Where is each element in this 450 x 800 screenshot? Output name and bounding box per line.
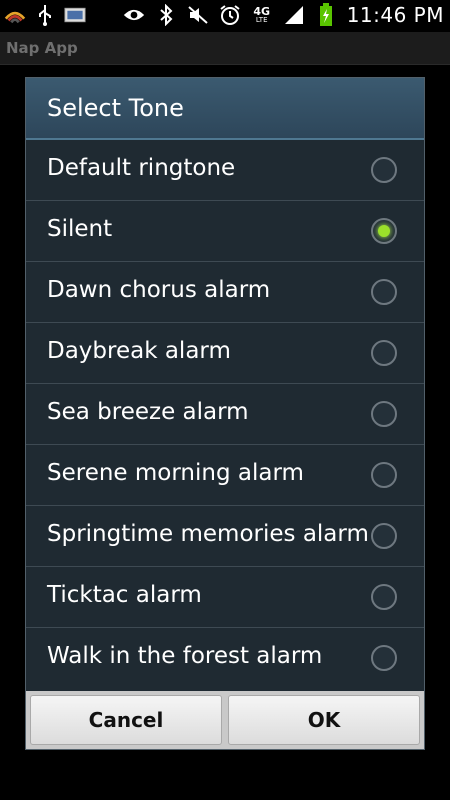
tone-label: Walk in the forest alarm	[47, 643, 323, 669]
mute-icon	[187, 4, 209, 26]
tone-item-dawn-chorus-alarm[interactable]: Dawn chorus alarm	[26, 262, 424, 323]
battery-charging-icon	[315, 3, 337, 26]
dialog-button-bar: Cancel OK	[26, 691, 424, 749]
clock: 11:46 PM	[346, 3, 444, 27]
signal-strength-icon	[283, 4, 305, 26]
tone-label: Serene morning alarm	[47, 460, 304, 486]
tone-label: Default ringtone	[47, 155, 236, 181]
tone-item-default-ringtone[interactable]: Default ringtone	[26, 140, 424, 201]
radio-button-selected[interactable]	[371, 218, 397, 244]
tone-item-ticktac-alarm[interactable]: Ticktac alarm	[26, 567, 424, 628]
app-title-bar: Nap App	[0, 32, 450, 65]
network-4g-lte-icon: 4G LTE	[251, 4, 273, 26]
status-bar: 4G LTE 11:46 PM	[0, 0, 450, 32]
radio-button[interactable]	[371, 462, 397, 488]
ok-button[interactable]: OK	[228, 695, 420, 745]
app-title: Nap App	[6, 39, 78, 57]
tone-label: Sea breeze alarm	[47, 399, 249, 425]
radio-button[interactable]	[371, 645, 397, 671]
radio-button[interactable]	[371, 523, 397, 549]
dialog-title: Select Tone	[47, 94, 184, 122]
tone-item-daybreak-alarm[interactable]: Daybreak alarm	[26, 323, 424, 384]
tone-item-sea-breeze-alarm[interactable]: Sea breeze alarm	[26, 384, 424, 445]
network-sub-label: LTE	[255, 16, 268, 24]
tone-label: Ticktac alarm	[47, 582, 202, 608]
tone-list: Default ringtone Silent Dawn chorus alar…	[26, 140, 424, 689]
bluetooth-icon	[155, 4, 177, 26]
eye-icon	[123, 4, 145, 26]
tone-label: Silent	[47, 216, 113, 242]
background-bottom	[0, 750, 450, 800]
select-tone-dialog: Select Tone Default ringtone Silent Dawn…	[25, 77, 425, 750]
tone-label: Daybreak alarm	[47, 338, 231, 364]
radio-button[interactable]	[371, 157, 397, 183]
radio-button[interactable]	[371, 279, 397, 305]
radio-button[interactable]	[371, 401, 397, 427]
image-icon	[64, 4, 86, 26]
tone-item-serene-morning-alarm[interactable]: Serene morning alarm	[26, 445, 424, 506]
tone-item-walk-in-the-forest-alarm[interactable]: Walk in the forest alarm	[26, 628, 424, 689]
radio-button[interactable]	[371, 584, 397, 610]
tone-label: Springtime memories alarm	[47, 521, 369, 547]
cancel-button[interactable]: Cancel	[30, 695, 222, 745]
tone-item-silent[interactable]: Silent	[26, 201, 424, 262]
wifi-signal-icon	[4, 4, 26, 26]
dialog-header: Select Tone	[26, 78, 424, 140]
alarm-icon	[219, 4, 241, 26]
radio-button[interactable]	[371, 340, 397, 366]
tone-item-springtime-memories-alarm[interactable]: Springtime memories alarm	[26, 506, 424, 567]
tone-label: Dawn chorus alarm	[47, 277, 271, 303]
usb-icon	[34, 4, 56, 26]
